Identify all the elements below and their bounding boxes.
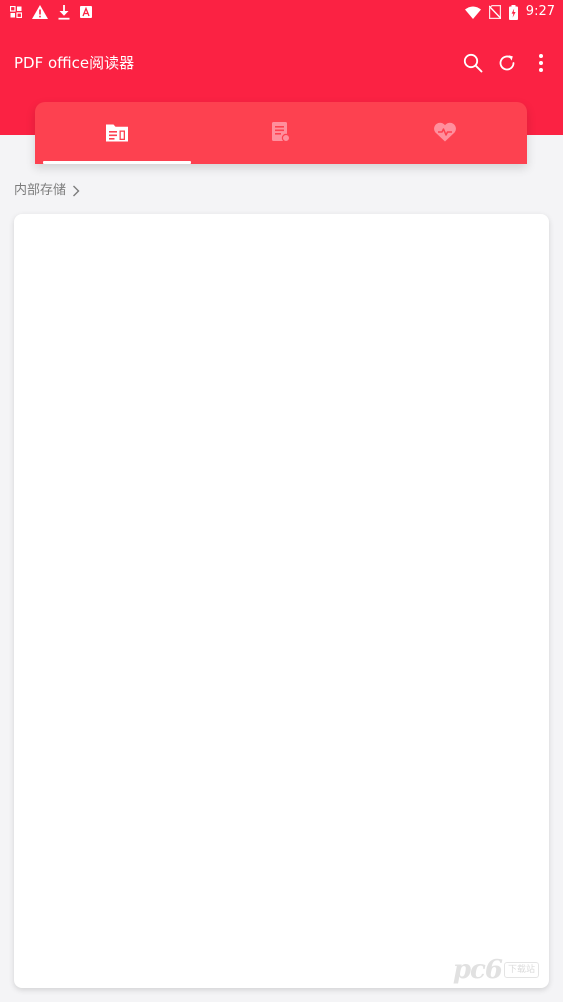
- status-bar: 9:27: [0, 0, 563, 24]
- refresh-icon: [499, 55, 515, 71]
- watermark-subtext: 下载站: [503, 962, 539, 978]
- app-title: PDF office阅读器: [14, 54, 135, 72]
- chevron-right-icon: [73, 185, 80, 197]
- refresh-button[interactable]: [493, 49, 521, 77]
- download-icon: [58, 4, 70, 20]
- app-notification-icon: [80, 6, 92, 18]
- heart-icon: [434, 122, 456, 142]
- tab-files[interactable]: [35, 102, 199, 164]
- status-left-icons: [10, 3, 92, 21]
- tab-bar: [35, 102, 527, 164]
- status-right-icons: 9:27: [464, 3, 555, 21]
- no-sim-icon: [488, 5, 501, 19]
- battery-icon: [508, 4, 518, 20]
- warning-icon: [32, 5, 48, 19]
- more-options-button[interactable]: [527, 49, 555, 77]
- tab-favorites[interactable]: [363, 102, 527, 164]
- notification-icon: [10, 6, 22, 18]
- watermark: pc6 下载站: [453, 956, 539, 984]
- active-tab-indicator: [43, 161, 191, 164]
- file-list-panel: pc6 下载站: [14, 214, 549, 988]
- folder-icon: [106, 124, 128, 141]
- toolbar-actions: [459, 49, 555, 77]
- tab-documents[interactable]: [199, 102, 363, 164]
- search-button[interactable]: [459, 49, 487, 77]
- watermark-logo-text: pc6: [452, 955, 503, 985]
- breadcrumb-internal-storage[interactable]: 内部存储: [14, 182, 66, 200]
- breadcrumb: 内部存储: [14, 182, 80, 200]
- more-vert-icon: [539, 54, 543, 72]
- document-icon: [272, 122, 290, 142]
- status-time: 9:27: [525, 4, 555, 19]
- wifi-icon: [464, 6, 481, 19]
- search-icon: [463, 53, 483, 73]
